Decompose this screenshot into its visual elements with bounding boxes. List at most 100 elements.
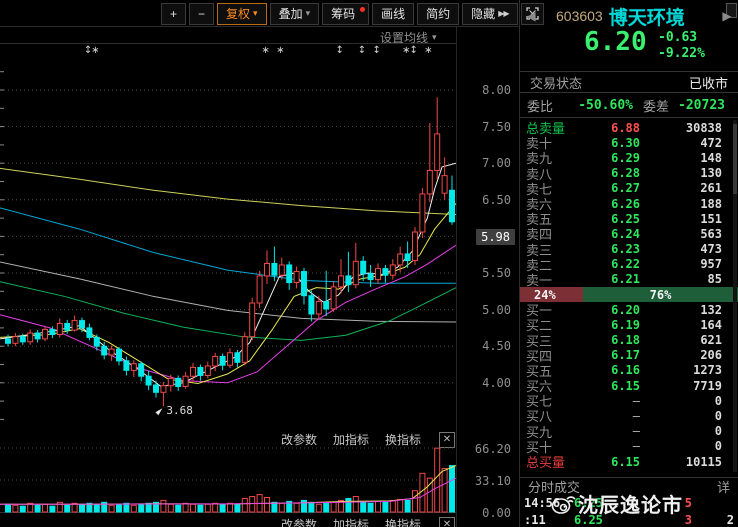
change-percent: -9.22% [658,46,705,62]
price-axis-label: 7.50 [482,120,511,134]
level-volume: 0 [640,424,732,438]
level-volume: 132 [640,303,732,317]
level-price: 6.19 [578,318,640,332]
level-volume: 0 [640,409,732,423]
volume-axis-label: 33.10 [475,474,511,488]
level-volume: 563 [640,227,732,241]
order-book-row[interactable]: 总买量6.1510115 [520,454,738,469]
level-volume: 85 [640,272,732,286]
chart-toolbar: + − 复权 ▾ 叠加 ▾ 筹码 画线 简约 隐藏 ▶▶ [161,2,544,25]
volume-chart[interactable] [0,432,456,515]
weicha-label: 委差 [643,96,669,115]
level-price: 6.28 [578,166,640,180]
stock-code: 603603 [556,8,603,24]
level-label: 总买量 [526,452,578,471]
level-volume: 188 [640,197,732,211]
level-volume: 151 [640,212,732,226]
volume-axis: 66.2033.100.00 [457,432,519,515]
hide-button[interactable]: 隐藏 ▶▶ [462,3,517,25]
level-volume: 0 [640,394,732,408]
watermark-text: 沈辰逸论市 [578,489,683,518]
svg-text:3.68: 3.68 [166,404,193,417]
chips-button[interactable]: 筹码 [322,3,369,25]
detail-link[interactable]: 详 [717,477,730,496]
draw-line-button[interactable]: 画线 [372,3,414,25]
change-params-link[interactable]: 改参数 [281,516,317,527]
change-value: -0.63 [658,30,705,46]
weibo-icon [550,493,576,515]
double-arrow-right-icon: ▶▶ [498,9,508,18]
level-price: 6.18 [578,333,640,347]
price-axis-label: 6.50 [482,193,511,207]
current-price-label: 5.98 [476,229,515,245]
stock-trading-app: + − 复权 ▾ 叠加 ▾ 筹码 画线 简约 隐藏 ▶▶ [0,0,738,527]
zoom-in-button[interactable]: + [161,3,186,25]
overlay-label: 叠加 [279,5,303,22]
zoom-out-button[interactable]: − [189,3,214,25]
quote-header: ◀ 603603 博天环境 ▶ [520,4,738,28]
draw-line-label: 画线 [381,5,405,22]
level-price: 6.30 [578,136,640,150]
fuquan-button[interactable]: 复权 ▾ [217,3,267,25]
level-price: — [578,409,640,423]
level-price: 6.29 [578,151,640,165]
volume-axis-label: 0.00 [482,506,511,520]
scrollbar[interactable] [733,120,737,472]
simple-mode-button[interactable]: 简约 [417,3,459,25]
level-volume: 0 [640,439,732,453]
order-book-row[interactable]: 卖一6.2185 [520,272,738,287]
level-price: 6.24 [578,227,640,241]
zoom-out-label: − [198,7,205,21]
trade-status-label: 交易状态 [530,73,582,92]
level-volume: 30838 [640,121,732,135]
prev-stock-button[interactable]: ◀ [520,9,542,23]
level-volume: 1273 [640,363,732,377]
level-price: — [578,394,640,408]
level-volume: 473 [640,242,732,256]
close-icon[interactable]: ✕ [439,517,455,527]
quote-panel: ◀ 603603 博天环境 ▶ 6.20 -0.63 -9.22% 交易状态 已… [519,0,738,527]
level-price: 6.25 [578,212,640,226]
svg-text:∗: ∗ [276,45,284,56]
level-price: 6.17 [578,348,640,362]
add-indicator-link[interactable]: 加指标 [333,516,369,527]
weicha-value: -20723 [669,98,731,113]
svg-text:↕: ↕ [336,45,344,56]
svg-text:↕: ↕ [358,45,366,56]
hide-label: 隐藏 [471,5,495,22]
weibi-label: 委比 [527,96,561,115]
svg-text:↕: ↕ [410,45,418,56]
overlay-button[interactable]: 叠加 ▾ [270,3,320,25]
level-price: 6.26 [578,197,640,211]
price-axis-label: 4.50 [482,339,511,353]
level-price: — [578,439,640,453]
level-volume: 10115 [640,455,732,469]
svg-text:∗: ∗ [91,45,99,56]
level-price: 6.15 [578,455,640,469]
chips-label: 筹码 [331,5,355,22]
level-volume: 130 [640,166,732,180]
stock-name: 博天环境 [609,3,716,30]
level-volume: 148 [640,151,732,165]
level-price: 6.15 [578,379,640,393]
k-line-chart[interactable]: ↕∗∗∗↕↕↕∗↕∗3.68 [0,27,456,432]
switch-indicator-link[interactable]: 换指标 [385,516,421,527]
level-price: — [578,424,640,438]
price-axis-label: 5.50 [482,266,511,280]
next-stock-button[interactable]: ▶ [716,9,738,23]
svg-text:∗: ∗ [262,45,270,56]
second-indicator-bar: 改参数 加指标 换指标 ✕ [0,516,455,527]
trade-status-value: 已收市 [689,73,728,92]
level-volume: 261 [640,181,732,195]
price-axis-label: 8.00 [482,83,511,97]
svg-text:↕: ↕ [373,45,381,56]
weibi-row: 委比 -50.60% 委差 -20723 [520,93,738,118]
level-price: 6.27 [578,181,640,195]
chevron-down-icon: ▾ [253,8,258,19]
fuquan-label: 复权 [226,5,250,22]
level-volume: 206 [640,348,732,362]
simple-mode-label: 简约 [426,5,450,22]
level-price: 6.88 [578,121,640,135]
scrollbar-thumb[interactable] [733,124,737,194]
level-volume: 472 [640,136,732,150]
